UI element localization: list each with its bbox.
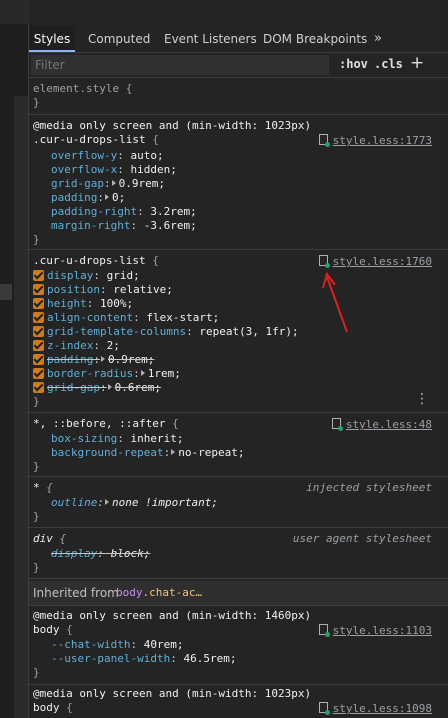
left-strip-marker [0,284,12,300]
rule-close-brace: } [33,233,40,246]
tab-dom-breakpoints[interactable]: DOM Breakpoints [263,26,367,52]
inherited-node-link[interactable]: body.chat-ac… [116,581,202,605]
expand-triangle-icon[interactable] [104,499,109,505]
css-property[interactable]: box-sizing: inherit; [51,432,183,446]
tab-computed[interactable]: Computed [88,26,150,52]
rule-selector[interactable]: * { [33,481,53,495]
rule-selector[interactable]: body { [33,623,73,637]
rule-selector[interactable]: body { [33,701,73,715]
rule-close-brace: } [33,561,40,574]
source-link[interactable]: style.less:1773 [318,133,432,148]
arrow-shaft [326,276,348,333]
styles-panel: Styles Computed Event Listeners DOM Brea… [29,0,448,718]
rule-selector[interactable]: *, ::before, ::after { [33,417,179,431]
css-property[interactable]: margin-right: -3.6rem; [51,219,197,233]
rule-media-1460-body: @media only screen and (min-width: 1460p… [29,606,448,685]
class-toggle[interactable]: .cls [374,57,403,71]
css-property[interactable]: overflow-y: auto; [51,149,164,163]
css-variable[interactable]: --chat-width: 40rem; [51,638,183,652]
file-icon [318,624,330,637]
expand-triangle-icon[interactable] [104,194,109,200]
file-icon [318,702,330,715]
stylesheet-origin: injected stylesheet [306,481,432,494]
file-icon [331,418,343,431]
rule-media-1023-body: @media only screen and (min-width: 1023p… [29,685,448,718]
rule-injected-outline: * { injected stylesheet outline: none !im… [29,477,448,528]
rule-close-brace: } [33,96,40,109]
media-query: @media only screen and (min-width: 1460p… [33,609,312,622]
stylesheet-origin: user agent stylesheet [292,532,432,545]
expand-triangle-icon[interactable] [171,449,176,455]
css-property[interactable]: padding-right: 3.2rem; [51,205,197,219]
file-icon [318,134,330,147]
tab-styles[interactable]: Styles [29,26,75,52]
inherited-from-header: Inherited from body.chat-ac… [29,581,448,606]
tab-event-listeners[interactable]: Event Listeners [164,26,257,52]
media-query: @media only screen and (min-width: 1023p… [33,119,312,132]
rule-element-style: element.style { } [29,78,448,115]
tabs-overflow-chevron-icon[interactable]: » [374,26,382,52]
element-style-selector[interactable]: element.style { [33,82,132,96]
left-scroll-strip [14,96,28,718]
expand-triangle-icon[interactable] [111,180,116,186]
css-property[interactable]: background-repeat: no-repeat; [51,446,244,460]
filter-bar: :hov .cls + [29,53,448,78]
css-property[interactable]: overflow-x: hidden; [51,163,177,177]
tab-strip: Styles Computed Event Listeners DOM Brea… [29,26,448,53]
rule-universal-before-after: *, ::before, ::after { style.less:48 box… [29,413,448,477]
rule-media-1023-drops-list: @media only screen and (min-width: 1023p… [29,115,448,250]
css-variable[interactable]: --user-panel-width: 46.5rem; [51,652,236,666]
rule-selector[interactable]: div { [33,532,66,546]
css-property[interactable]: grid-gap: 0.9rem; [51,177,165,191]
rule-selector[interactable]: .cur-u-drops-list { [33,133,159,147]
rule-close-brace: } [33,666,40,679]
source-link[interactable]: style.less:48 [331,417,432,432]
media-query: @media only screen and (min-width: 1023p… [33,687,312,700]
source-link[interactable]: style.less:1103 [318,623,432,638]
css-property-overridden[interactable]: display: block; [51,547,150,561]
rule-close-brace: } [33,510,40,523]
rule-close-brace: } [33,460,40,473]
css-property[interactable]: padding: 0; [51,191,125,205]
css-property[interactable]: outline: none !important; [51,496,218,510]
rule-user-agent-div: div { user agent stylesheet display: blo… [29,528,448,579]
source-link[interactable]: style.less:1098 [318,701,432,716]
rule-drops-list-1760: .cur-u-drops-list { style.less:1760 disp… [29,250,448,413]
inherited-label: Inherited from [33,586,119,600]
filter-input[interactable] [31,55,329,75]
annotation-red-arrow [322,271,348,333]
hover-state-toggle[interactable]: :hov [339,57,368,71]
new-style-rule-button[interactable]: + [410,53,424,73]
